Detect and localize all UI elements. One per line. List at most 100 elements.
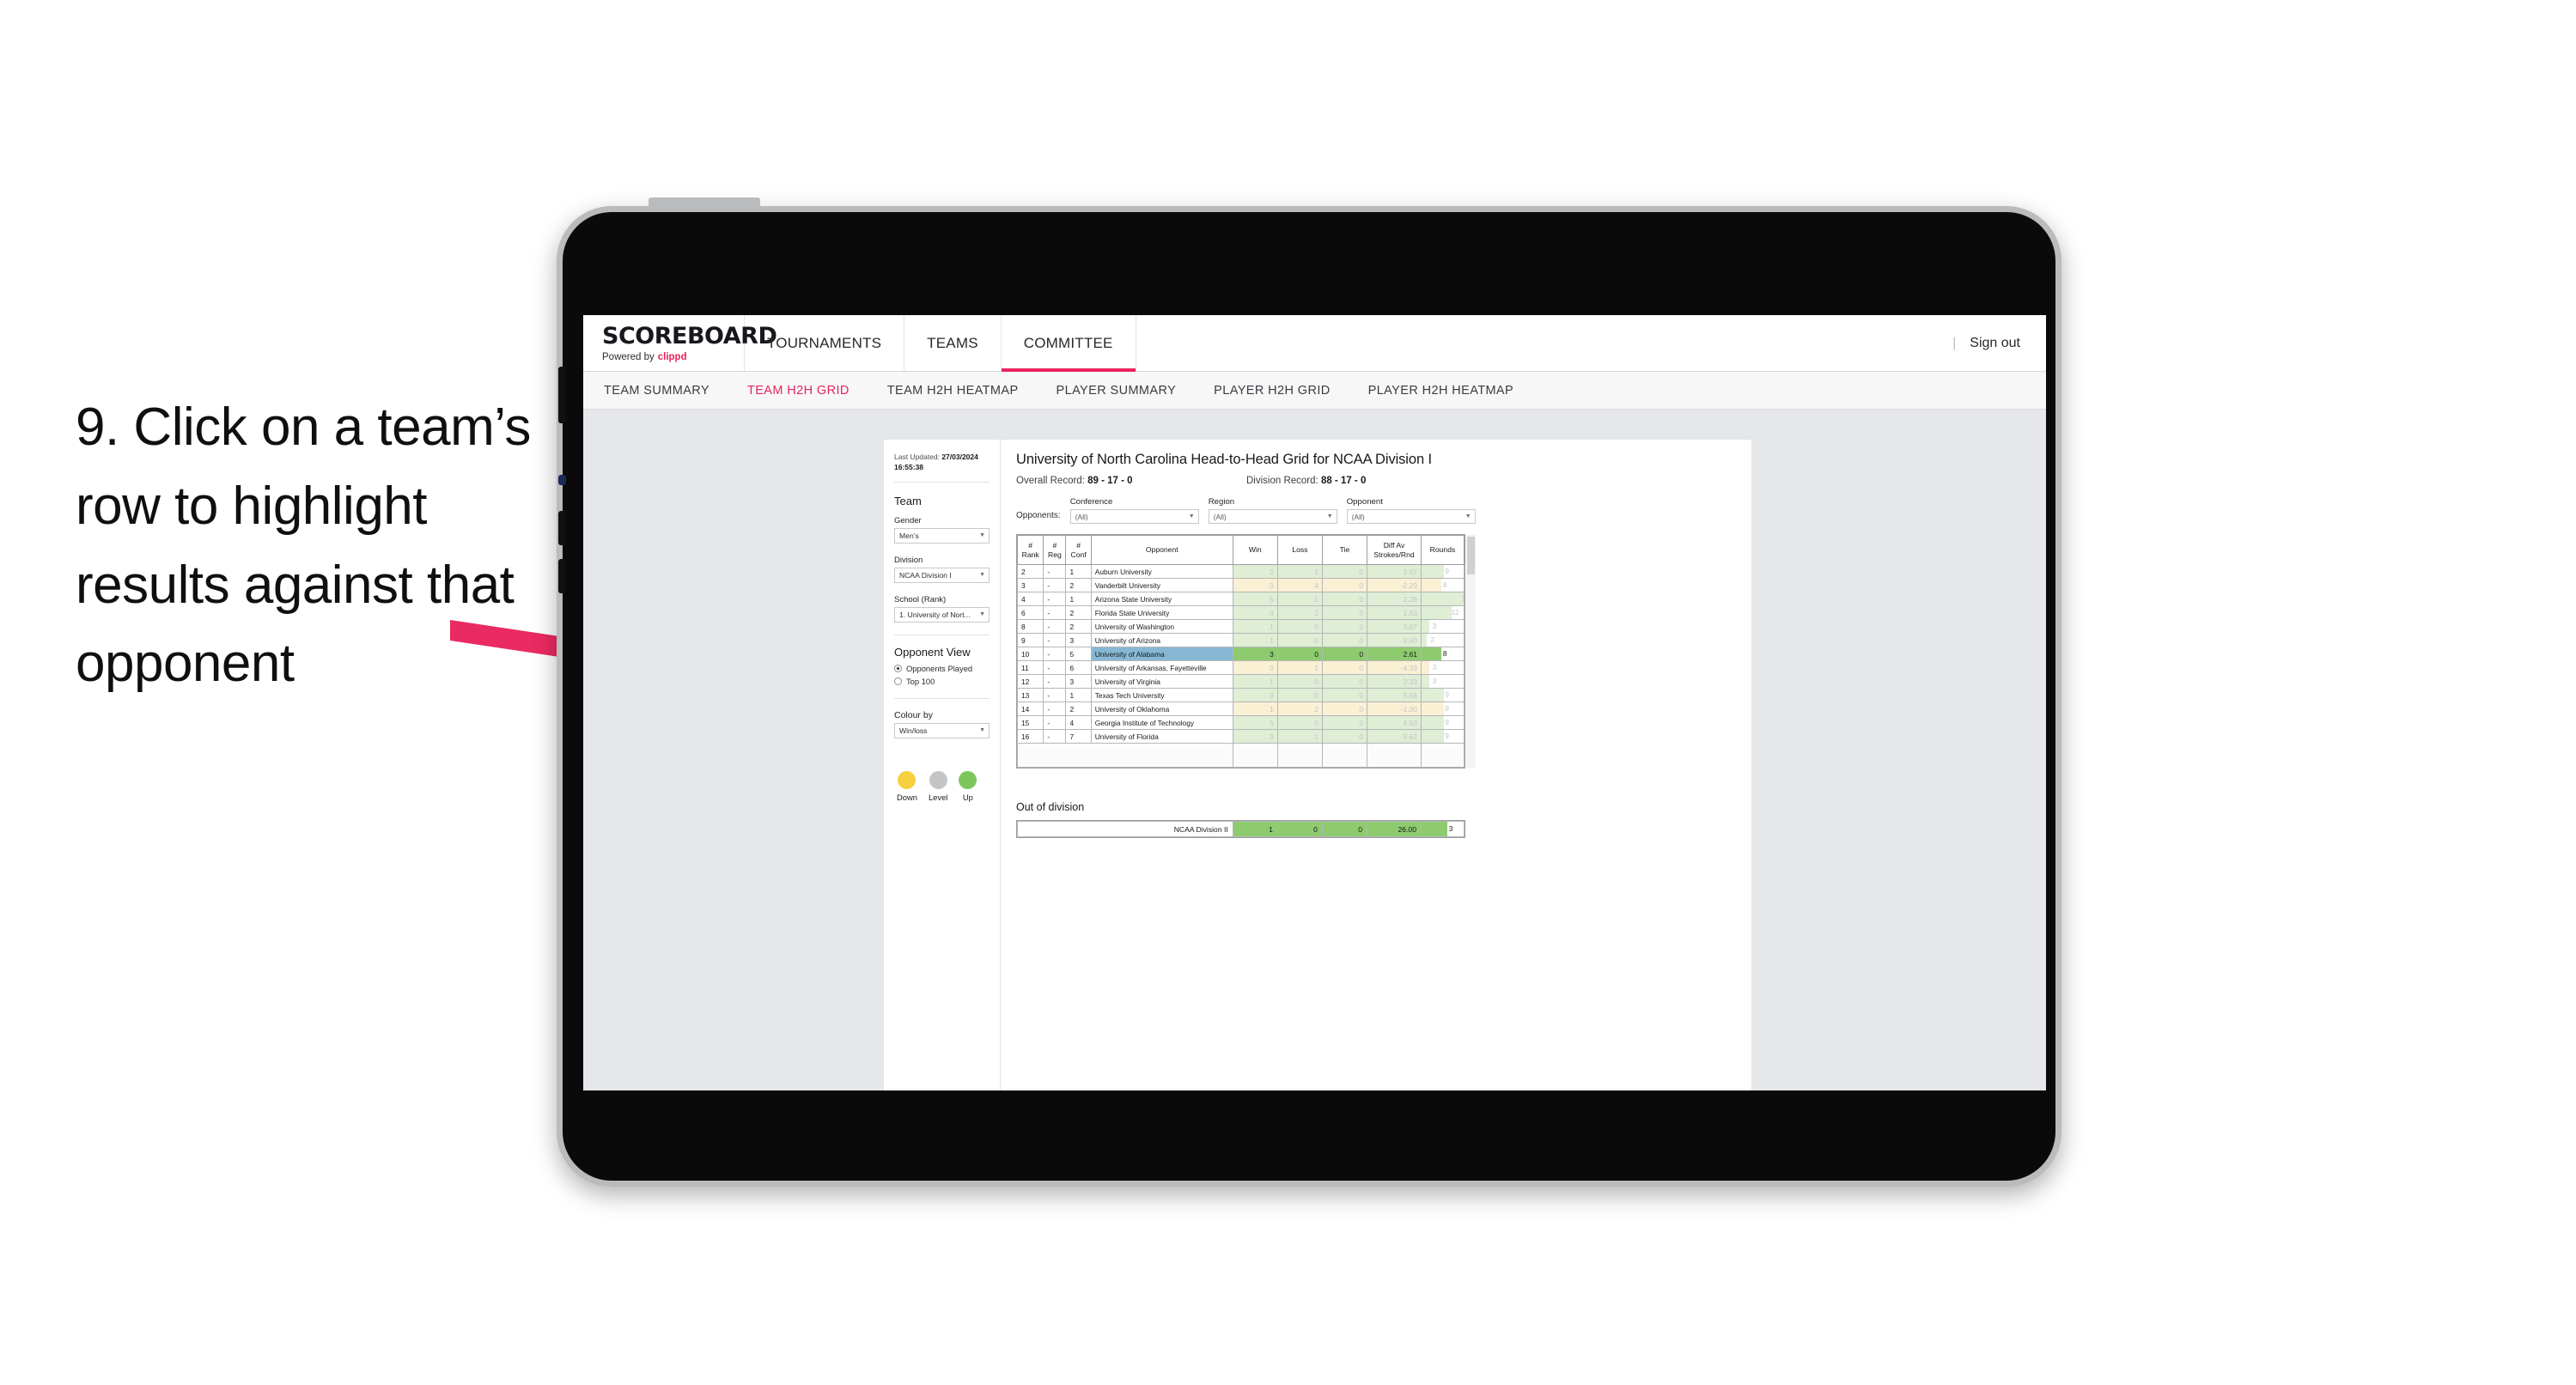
tablet-screen: SCOREBOARD Powered by clippd TOURNAMENTS… [583,315,2046,1090]
out-of-division-title: Out of division [1016,801,1085,813]
empty-cell [1321,743,1368,768]
scrollbar-thumb[interactable] [1467,537,1475,574]
subnav-team-h2h-grid[interactable]: TEAM H2H GRID [747,384,850,398]
subnav-team-h2h-heatmap[interactable]: TEAM H2H HEATMAP [887,384,1019,398]
brand-tagline-clippd: clippd [657,351,687,362]
cell-conf: 2 [1065,605,1092,620]
col-header-tie[interactable]: Tie [1321,535,1368,565]
cell-rank: 10 [1016,647,1044,661]
nav-committee[interactable]: COMMITTEE [1001,315,1136,372]
division-record-label: Division Record: [1246,476,1318,486]
table-row[interactable]: 11-6 University of Arkansas, Fayetteville… [1016,660,1465,675]
visualization-area: Last Updated: 27/03/2024 16:55:38 Team G… [583,410,2046,1090]
brand-wordmark: SCOREBOARD [602,322,777,349]
ood-cell-tie: 0 [1321,821,1368,837]
table-row[interactable]: 15-4 Georgia Institute of Technology 5 0 0 4.… [1016,715,1465,730]
ood-cell-win: 1 [1232,821,1278,837]
subnav-team-summary[interactable]: TEAM SUMMARY [604,384,709,398]
conference-label: Conference [1069,497,1113,507]
ood-cell-rounds: 3 [1421,821,1465,837]
school-select[interactable]: 1. University of Nort... ▼ [894,606,990,623]
rounds-bar [1422,565,1444,578]
empty-cell [1276,743,1323,768]
opponent-select[interactable]: (All) ▼ [1346,509,1476,524]
cell-reg: - [1043,647,1067,661]
table-row[interactable]: 10-5 University of Alabama 3 0 0 2.61 8 [1016,647,1465,661]
colour-by-select[interactable]: Win/loss ▼ [894,722,990,738]
h2h-table: # Rank # Reg # Conf Opponent Win Loss Tie Diff … [1016,535,1465,768]
table-row[interactable]: 4-1Arizona State University5102.2817 [1016,592,1465,606]
overall-record: Overall Record: 89 - 17 - 0 [1016,476,1246,486]
table-row[interactable]: 9-3 University of Arizona 1 0 0 9.00 2 [1016,633,1465,647]
chevron-down-icon: ▼ [1465,513,1471,519]
region-value: (All) [1213,512,1227,521]
cell-tie: 0 [1321,647,1368,661]
cell-opponent: University of Arkansas, Fayetteville [1090,660,1233,675]
col-header-reg[interactable]: # Reg [1043,535,1067,565]
dashboard-card: Last Updated: 27/03/2024 16:55:38 Team G… [884,440,1751,1090]
col-header-win[interactable]: Win [1232,535,1278,565]
overall-record-value: 89 - 17 - 0 [1087,476,1133,486]
cell-win: 1 [1232,702,1278,716]
cell-tie: 0 [1321,619,1368,634]
col-header-diff-av-strokes-rnd[interactable]: Diff Av Strokes/Rnd [1367,535,1422,565]
last-updated-text: Last Updated: 27/03/2024 16:55:38 [894,452,990,483]
cell-tie: 0 [1321,633,1368,647]
chevron-down-icon: ▼ [1188,513,1195,519]
division-value: NCAA Division I [899,570,952,580]
cell-win: 1 [1232,674,1278,689]
legend-up-label: Up [962,792,973,802]
cell-diff: 9.00 [1367,633,1422,647]
table-row[interactable]: 2-1 Auburn University 2 1 0 1.67 9 [1016,564,1465,579]
cell-opponent: University of Washington [1090,619,1233,634]
table-row[interactable]: 3-2 Vanderbilt University 0 4 0 -2.29 8 [1016,578,1465,592]
legend-down-label: Down [897,792,917,802]
cell-conf: 1 [1065,564,1092,579]
subnav-player-h2h-grid[interactable]: PLAYER H2H GRID [1214,384,1330,398]
signout-area: | Sign out [1952,315,2046,371]
table-scrollbar[interactable] [1466,535,1476,768]
brand-logo[interactable]: SCOREBOARD Powered by clippd [583,315,777,371]
cell-conf: 4 [1065,715,1092,730]
rounds-bar [1422,661,1429,674]
cell-rounds: 12 [1420,605,1465,620]
col-header-opponent[interactable]: Opponent [1090,535,1233,565]
nav-tournaments[interactable]: TOURNAMENTS [745,315,905,371]
radio-opponents-played[interactable]: Opponents Played [894,664,990,673]
table-row[interactable]: 8-2 University of Washington 1 0 0 3.67 3 [1016,619,1465,634]
device-button-mid [558,511,566,545]
school-value: 1. University of Nort... [899,610,971,619]
subnav-player-h2h-heatmap[interactable]: PLAYER H2H HEATMAP [1368,384,1513,398]
last-updated-label: Last Updated: [894,453,940,461]
out-of-division-row[interactable]: NCAA Division II 1 0 0 26.00 3 [1017,821,1465,837]
col-header-conf[interactable]: # Conf [1065,535,1092,565]
radio-top-100[interactable]: Top 100 [894,677,990,686]
out-of-division-table: NCAA Division II 1 0 0 26.00 3 [1017,821,1465,837]
col-header-rounds[interactable]: Rounds [1420,535,1465,565]
cell-tie: 0 [1321,660,1368,675]
conference-select[interactable]: (All) ▼ [1069,509,1199,524]
table-row[interactable]: 6-2 Florida State University 4 2 0 1.83 12 [1016,605,1465,620]
division-select[interactable]: NCAA Division I ▼ [894,567,990,583]
table-row[interactable]: 13-1 Texas Tech University 3 0 0 5.56 9 [1016,688,1465,702]
cell-conf: 3 [1065,674,1092,689]
cell-reg: - [1043,674,1067,689]
region-select[interactable]: (All) ▼ [1208,509,1337,524]
chevron-down-icon: ▼ [979,532,985,539]
nav-teams[interactable]: TEAMS [904,315,1002,371]
table-row[interactable]: 14-2 University of Oklahoma 1 2 0 -1.00 9 [1016,702,1465,716]
legend-swatch-down [898,770,917,789]
table-header-row: # Rank # Reg # Conf Opponent Win Loss Tie Diff … [1016,535,1465,565]
col-header-loss[interactable]: Loss [1276,535,1323,565]
col-header-rank[interactable]: # Rank [1016,535,1044,565]
table-row[interactable]: 16-7 University of Florida 3 1 0 6.62 9 [1016,729,1465,744]
cell-loss: 0 [1276,647,1323,661]
subnav-player-summary[interactable]: PLAYER SUMMARY [1057,384,1177,398]
cell-reg: - [1043,715,1067,730]
table-row[interactable]: 12-3 University of Virginia 1 0 0 2.33 3 [1016,674,1465,689]
signout-link[interactable]: Sign out [1970,336,2020,351]
cell-diff: -4.33 [1367,660,1422,675]
out-of-division-body: NCAA Division II 1 0 0 26.00 3 [1017,821,1465,837]
gender-select[interactable]: Men’s ▼ [894,527,990,544]
cell-reg: - [1043,619,1067,634]
